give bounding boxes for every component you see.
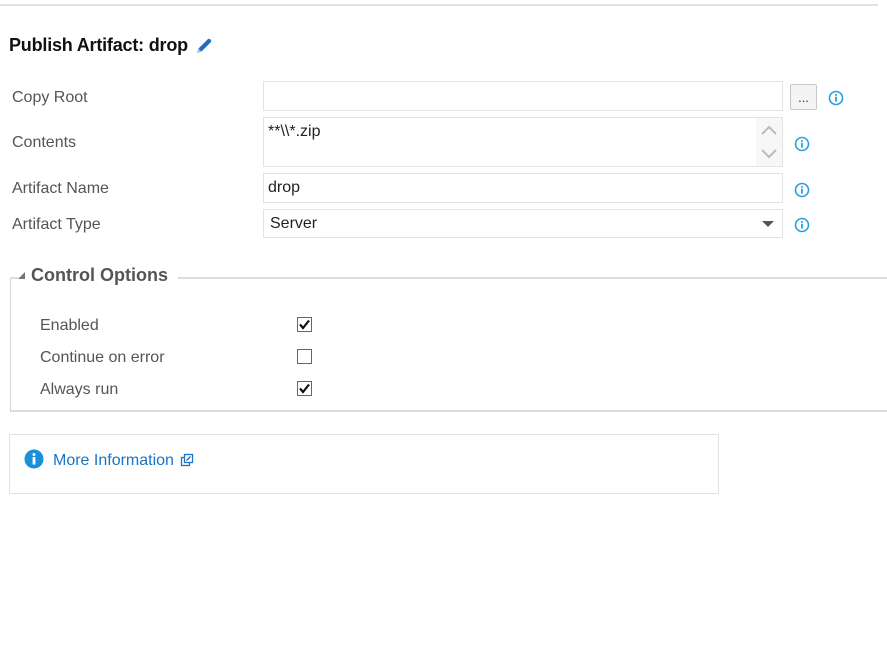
artifact-name-info-icon[interactable] [794,182,810,198]
control-options-header[interactable]: Control Options [18,265,178,286]
copy-root-input[interactable] [263,81,783,111]
control-options-section [10,277,887,412]
contents-value: **\\*.zip [268,123,321,140]
copy-root-label: Copy Root [12,89,88,106]
scroll-down-icon[interactable] [760,148,778,160]
always-run-checkbox[interactable] [297,381,312,396]
info-icon [24,449,44,474]
option-enabled-label: Enabled [40,317,99,334]
option-continue-label: Continue on error [40,349,165,366]
artifact-type-label: Artifact Type [12,216,101,233]
top-divider [0,4,878,6]
artifact-type-value: Server [270,215,318,232]
pencil-icon[interactable] [194,36,214,56]
copy-root-info-icon[interactable] [828,90,844,106]
more-information-label: More Information [53,451,174,469]
more-information-link[interactable]: More Information [24,449,194,474]
continue-on-error-checkbox[interactable] [297,349,312,364]
contents-label: Contents [12,134,77,151]
page-title: Publish Artifact: drop [9,35,214,56]
dropdown-arrow-icon[interactable] [762,221,774,227]
page-title-text: Publish Artifact: drop [9,35,188,55]
artifact-name-input[interactable]: drop [263,173,783,203]
textarea-scrollbar[interactable] [756,118,782,166]
control-options-title: Control Options [31,265,168,285]
browse-button[interactable]: ... [790,84,817,110]
artifact-type-info-icon[interactable] [794,217,810,233]
contents-info-icon[interactable] [794,136,810,152]
scroll-up-icon[interactable] [760,124,778,136]
external-link-icon [180,453,194,472]
contents-textarea[interactable]: **\\*.zip [263,117,783,167]
artifact-type-select[interactable]: Server [263,209,783,238]
option-always-run-label: Always run [40,381,119,398]
artifact-name-label: Artifact Name [12,180,109,197]
collapse-triangle-icon[interactable] [18,272,25,279]
enabled-checkbox[interactable] [297,317,312,332]
